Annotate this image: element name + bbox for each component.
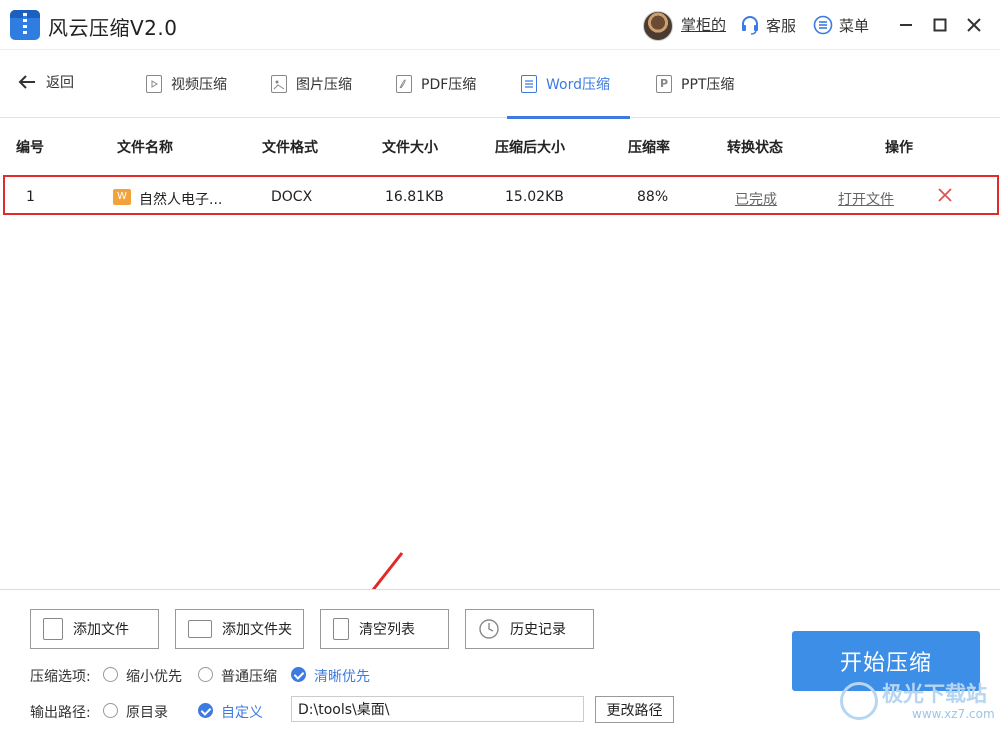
- ppt-file-icon: P: [656, 75, 672, 93]
- history-label: 历史记录: [510, 622, 566, 638]
- tab-label: 视频压缩: [171, 77, 227, 93]
- minimize-button[interactable]: [893, 12, 919, 38]
- output-path-input[interactable]: [291, 696, 584, 722]
- back-label: 返回: [46, 75, 74, 91]
- clear-list-label: 清空列表: [359, 622, 415, 638]
- image-file-icon: [271, 75, 287, 93]
- compressed-size: 15.02KB: [505, 189, 564, 205]
- radio-normal-compress[interactable]: [198, 667, 213, 682]
- radio-label: 清晰优先: [314, 669, 370, 685]
- pdf-file-icon: [396, 75, 412, 93]
- watermark-logo: 极光下载站 www.xz7.com: [840, 678, 998, 728]
- add-file-icon: [43, 618, 63, 640]
- tab-label: PDF压缩: [421, 77, 477, 93]
- column-header: 编号: [16, 140, 44, 156]
- maximize-button[interactable]: [927, 12, 953, 38]
- word-file-icon: [521, 75, 537, 93]
- menu-label: 菜单: [839, 16, 870, 35]
- delete-row-icon[interactable]: [936, 186, 954, 204]
- column-header: 压缩率: [628, 140, 670, 156]
- file-size: 16.81KB: [385, 189, 444, 205]
- add-file-label: 添加文件: [73, 622, 129, 638]
- app-logo-icon: [10, 10, 40, 40]
- app-title: 风云压缩V2.0: [48, 16, 178, 40]
- menu-list-icon: [813, 15, 833, 35]
- clear-list-button[interactable]: 清空列表: [320, 609, 449, 649]
- tab-word-compress[interactable]: Word压缩: [507, 50, 630, 119]
- compression-ratio: 88%: [637, 189, 669, 205]
- table-header: 编号 文件名称 文件格式 文件大小 压缩后大小 压缩率 转换状态 操作: [0, 118, 1000, 172]
- tab-pdf-compress[interactable]: PDF压缩: [396, 50, 476, 118]
- radio-label: 原目录: [126, 705, 168, 721]
- tab-ppt-compress[interactable]: P PPT压缩: [656, 50, 734, 118]
- column-header: 操作: [885, 140, 913, 156]
- tab-label: PPT压缩: [681, 77, 735, 93]
- compress-options-label: 压缩选项:: [30, 669, 91, 685]
- column-header: 文件大小: [382, 140, 438, 156]
- headset-icon: [742, 16, 758, 35]
- open-file-link[interactable]: 打开文件: [838, 189, 894, 209]
- close-icon: [967, 18, 981, 32]
- add-folder-icon: [188, 620, 212, 638]
- user-avatar[interactable]: [643, 11, 673, 41]
- radio-original-dir[interactable]: [103, 703, 118, 718]
- file-name: 自然人电子...: [139, 192, 223, 208]
- column-header: 文件名称: [117, 140, 173, 156]
- history-button[interactable]: 历史记录: [465, 609, 594, 649]
- menu-button[interactable]: 菜单: [813, 14, 869, 36]
- customer-service-label: 客服: [766, 16, 797, 35]
- tab-image-compress[interactable]: 图片压缩: [271, 50, 352, 118]
- tab-label: Word压缩: [546, 77, 610, 93]
- title-bar: 风云压缩V2.0 掌柜的 客服 菜单: [0, 0, 1000, 50]
- add-folder-button[interactable]: 添加文件夹: [175, 609, 304, 649]
- column-header: 转换状态: [727, 140, 783, 156]
- column-header: 文件格式: [262, 140, 318, 156]
- maximize-icon: [933, 18, 947, 32]
- trash-icon: [333, 618, 349, 640]
- nav-bar: 返回 视频压缩 图片压缩 PDF压缩 Word压缩 P PPT压缩: [0, 50, 1000, 119]
- watermark-url: www.xz7.com: [912, 707, 995, 721]
- radio-label: 普通压缩: [221, 669, 277, 685]
- word-doc-icon: W: [113, 189, 131, 205]
- file-format: DOCX: [271, 189, 313, 205]
- arrow-left-icon: [18, 75, 35, 89]
- video-file-icon: [146, 75, 162, 93]
- clock-icon: [479, 619, 499, 639]
- add-file-button[interactable]: 添加文件: [30, 609, 159, 649]
- status-link[interactable]: 已完成: [735, 189, 777, 209]
- change-path-button[interactable]: 更改路径: [595, 696, 674, 723]
- watermark-text: 极光下载站: [882, 682, 987, 706]
- output-path-label: 输出路径:: [30, 705, 91, 721]
- radio-label: 自定义: [221, 705, 263, 721]
- tab-video-compress[interactable]: 视频压缩: [146, 50, 227, 118]
- row-index: 1: [26, 189, 35, 205]
- minimize-icon: [900, 24, 912, 26]
- radio-shrink-first[interactable]: [103, 667, 118, 682]
- radio-custom-dir[interactable]: [198, 703, 213, 718]
- back-button[interactable]: 返回: [18, 72, 74, 92]
- user-name-link[interactable]: 掌柜的: [681, 14, 726, 35]
- table-row[interactable]: 1 W 自然人电子... DOCX 16.81KB 15.02KB 88% 已完…: [3, 175, 999, 215]
- radio-label: 缩小优先: [126, 669, 182, 685]
- add-folder-label: 添加文件夹: [222, 622, 292, 638]
- column-header: 压缩后大小: [495, 140, 565, 156]
- watermark-icon: [840, 682, 878, 720]
- close-window-button[interactable]: [961, 12, 987, 38]
- tab-label: 图片压缩: [296, 77, 352, 93]
- radio-clarity-first[interactable]: [291, 667, 306, 682]
- customer-service-button[interactable]: 客服: [740, 14, 796, 36]
